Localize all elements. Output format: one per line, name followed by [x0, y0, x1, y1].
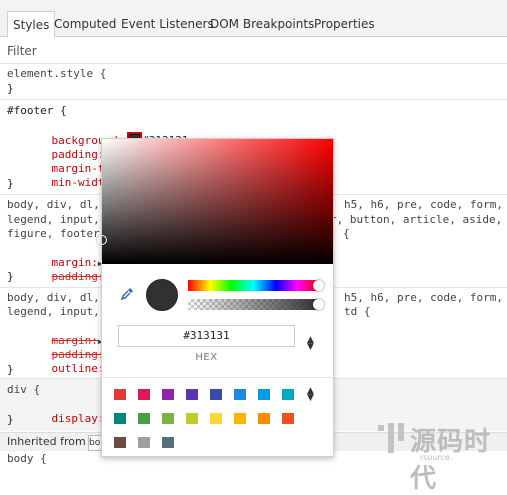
watermark-subtext: rsource. — [420, 453, 453, 462]
tab-properties[interactable]: Properties — [309, 11, 380, 37]
rule-selector-footer[interactable]: #footer { — [7, 104, 67, 118]
hue-slider-knob[interactable] — [313, 280, 324, 291]
palette-swatch[interactable] — [114, 413, 126, 424]
alpha-slider[interactable] — [188, 299, 319, 310]
palette-swatch[interactable] — [210, 389, 222, 400]
saturation-value-area[interactable] — [97, 139, 333, 264]
tab-dom-breakpoints[interactable]: DOM Breakpoints — [205, 11, 319, 37]
palette-swatch[interactable] — [138, 437, 150, 448]
rule-selector-reset-1-line2-tail[interactable]: r, button, article, aside, — [330, 213, 502, 227]
rule-selector-reset-1-line2[interactable]: legend, input, — [7, 213, 100, 227]
rule-selector-reset-2-line2[interactable]: legend, input, — [7, 305, 100, 319]
hex-input[interactable]: #313131 — [118, 325, 295, 347]
rule-selector-reset-1-line3[interactable]: figure, footer — [7, 227, 100, 241]
tab-event-listeners[interactable]: Event Listeners — [116, 11, 219, 37]
rule-close: } — [7, 82, 14, 95]
palette-swatch[interactable] — [114, 437, 126, 448]
rule-selector-element-style[interactable]: element.style { — [7, 67, 106, 81]
eyedropper-icon[interactable] — [120, 287, 134, 301]
filter-input[interactable]: Filter — [7, 44, 37, 58]
palette-divider — [102, 377, 333, 378]
hue-slider[interactable] — [188, 280, 319, 291]
alpha-slider-knob[interactable] — [313, 299, 324, 310]
palette-swatch[interactable] — [210, 413, 222, 424]
palette-swatch[interactable] — [282, 413, 294, 424]
rule-selector-div[interactable]: div { — [7, 383, 40, 397]
palette-swatch[interactable] — [258, 389, 270, 400]
palette-swatch[interactable] — [258, 413, 270, 424]
format-toggle-icon[interactable]: ▲ ▼ — [307, 336, 314, 352]
rule-selector-reset-1[interactable]: body, div, dl, — [7, 198, 100, 212]
palette-swatch[interactable] — [234, 389, 246, 400]
palette-swatch[interactable] — [282, 389, 294, 400]
rule-selector-reset-1-line3-tail[interactable]: { — [343, 227, 350, 241]
palette-swatch[interactable] — [234, 413, 246, 424]
inherited-from-label: Inherited from — [7, 435, 86, 448]
palette-switch-icon[interactable]: ▲ ▼ — [307, 387, 314, 403]
property-name: display: — [51, 412, 105, 426]
rule-close: } — [7, 177, 14, 190]
color-picker-popover: #313131 HEX ▲ ▼ ▲ ▼ — [97, 138, 334, 457]
rule-close: } — [7, 270, 14, 283]
palette-swatch[interactable] — [138, 413, 150, 424]
rule-selector-body[interactable]: body { — [7, 452, 47, 466]
watermark-logo: 源码时代 rsource. — [376, 419, 507, 494]
palette-swatch[interactable] — [138, 389, 150, 400]
property-name: padding: — [51, 270, 105, 284]
palette-swatch[interactable] — [186, 389, 198, 400]
tab-computed[interactable]: Computed — [49, 11, 121, 37]
rule-close: } — [7, 363, 14, 376]
current-color-preview — [146, 279, 178, 311]
rule-selector-reset-2-line2-tail[interactable]: td { — [344, 305, 371, 319]
saturation-handle[interactable] — [97, 235, 107, 245]
palette-swatch[interactable] — [186, 413, 198, 424]
palette-swatch[interactable] — [162, 437, 174, 448]
color-format-label: HEX — [195, 352, 218, 363]
rule-selector-reset-1-tail[interactable]: h5, h6, pre, code, form, — [344, 198, 503, 212]
styles-tabbar: Styles Computed Event Listeners DOM Brea… — [0, 0, 507, 38]
palette-swatch[interactable] — [114, 389, 126, 400]
rule-selector-reset-2[interactable]: body, div, dl, — [7, 291, 100, 305]
property-name: outline: — [51, 362, 105, 376]
rule-close: } — [7, 413, 14, 426]
palette-swatch[interactable] — [162, 413, 174, 424]
watermark-mark-icon — [378, 423, 404, 453]
palette-swatch[interactable] — [162, 389, 174, 400]
rule-divider — [0, 99, 507, 100]
rule-selector-reset-2-tail[interactable]: h5, h6, pre, code, form, — [344, 291, 503, 305]
